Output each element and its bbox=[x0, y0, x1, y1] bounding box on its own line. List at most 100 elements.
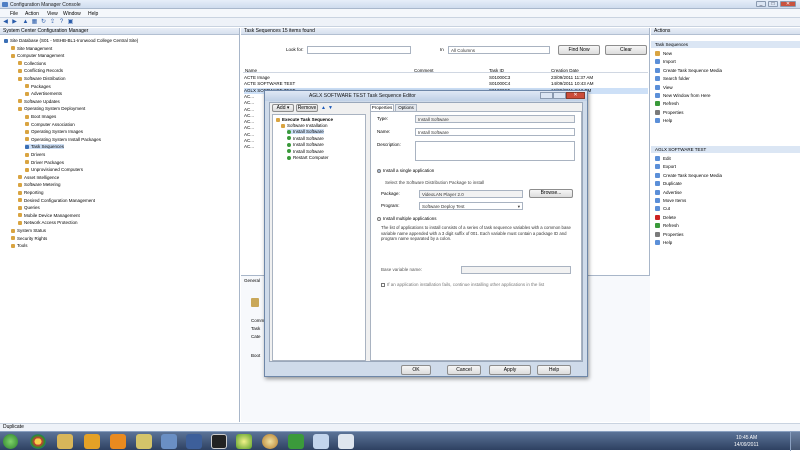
step-root[interactable]: Execute Task Sequence bbox=[276, 117, 333, 122]
move-down-icon[interactable]: ▼ bbox=[328, 105, 333, 111]
refresh-icon[interactable]: ↻ bbox=[40, 19, 47, 26]
step-item[interactable]: Install Software bbox=[287, 129, 324, 134]
close-button[interactable]: ✕ bbox=[780, 1, 796, 7]
action-item[interactable]: Move Items bbox=[655, 198, 686, 203]
column-task-id[interactable]: Task ID bbox=[489, 68, 504, 74]
clear-button[interactable]: Clear bbox=[605, 45, 647, 55]
ok-button[interactable]: OK bbox=[401, 365, 431, 375]
tree-item[interactable]: Network Access Protection bbox=[18, 220, 78, 225]
action-item[interactable]: New bbox=[655, 51, 672, 56]
notes-icon[interactable] bbox=[136, 434, 152, 449]
tools-icon[interactable] bbox=[161, 434, 177, 449]
tree-item[interactable]: Software Metering bbox=[18, 182, 61, 187]
maximize-button[interactable]: □ bbox=[768, 1, 778, 7]
apply-button[interactable]: Apply bbox=[489, 365, 531, 375]
tree-item[interactable]: System Status bbox=[11, 228, 46, 233]
help-icon[interactable]: ? bbox=[58, 19, 65, 26]
menu-file[interactable]: File bbox=[10, 11, 18, 17]
action-item[interactable]: Help bbox=[655, 118, 672, 124]
tree-item[interactable]: Driver Packages bbox=[25, 160, 64, 165]
name-input[interactable]: Install Software bbox=[415, 128, 575, 136]
window-icon[interactable] bbox=[338, 434, 354, 449]
clock-time[interactable]: 10:45 AM bbox=[736, 435, 757, 441]
show-tree-icon[interactable]: ▦ bbox=[31, 19, 38, 26]
video-icon[interactable] bbox=[211, 434, 227, 449]
vmware-icon[interactable] bbox=[236, 434, 252, 449]
calc-icon[interactable] bbox=[288, 434, 304, 449]
step-item[interactable]: Restart Computer bbox=[287, 155, 329, 160]
tree-item[interactable]: Security Rights bbox=[11, 236, 47, 241]
continue-on-fail-checkbox[interactable]: If an application installation fails, co… bbox=[381, 282, 544, 288]
minimize-button[interactable]: _ bbox=[756, 1, 766, 7]
tab-properties[interactable]: Properties bbox=[370, 104, 394, 111]
in-select[interactable]: All Columns bbox=[448, 46, 550, 54]
actions-section-task-sequences[interactable]: Task Sequences bbox=[651, 41, 800, 48]
clock-date[interactable]: 14/09/2011 bbox=[734, 442, 759, 448]
paint-icon[interactable] bbox=[313, 434, 329, 449]
action-item[interactable]: Help bbox=[655, 240, 672, 245]
add-menu-button[interactable]: Add ▾ bbox=[272, 104, 294, 112]
menu-window[interactable]: Window bbox=[63, 11, 81, 17]
details-tab-general[interactable]: General bbox=[244, 278, 260, 284]
tree-item[interactable]: Conflicting Records bbox=[18, 68, 63, 73]
export-icon[interactable]: ⇪ bbox=[49, 19, 56, 26]
action-item[interactable]: Edit bbox=[655, 156, 671, 161]
column-name[interactable]: Name bbox=[245, 68, 257, 74]
column-creation-date[interactable]: Creation Date bbox=[551, 68, 579, 74]
menu-view[interactable]: View bbox=[47, 11, 58, 17]
tree-item[interactable]: Queries bbox=[18, 205, 40, 210]
action-item[interactable]: Properties bbox=[655, 109, 684, 115]
tree-item[interactable]: Operating System Install Packages bbox=[25, 137, 101, 142]
action-item[interactable]: Create Task Sequence Media bbox=[655, 172, 722, 178]
dialog-minimize-button[interactable] bbox=[540, 92, 553, 99]
action-item[interactable]: Properties bbox=[655, 231, 684, 237]
action-item[interactable]: Create Task Sequence Media bbox=[655, 67, 722, 73]
action-item[interactable]: Import bbox=[655, 59, 676, 65]
install-multiple-radio[interactable]: Install multiple applications bbox=[377, 216, 437, 222]
tree-item[interactable]: Advertisements bbox=[25, 91, 62, 96]
tree-item[interactable]: Task Sequences bbox=[25, 144, 65, 150]
table-row[interactable]: ACTE Image S01000C3 23/09/2011 11:37 AM bbox=[244, 75, 648, 81]
tree-item[interactable]: Tools bbox=[11, 243, 28, 248]
action-item[interactable]: New Window from Here bbox=[655, 93, 711, 98]
tree-item[interactable]: Computer Association bbox=[25, 122, 75, 127]
tree-item[interactable]: Computer Management bbox=[11, 53, 64, 58]
start-orb-icon[interactable] bbox=[3, 434, 18, 449]
media-player-icon[interactable] bbox=[84, 434, 100, 449]
action-item[interactable]: Refresh bbox=[655, 101, 679, 107]
dialog-maximize-button[interactable] bbox=[553, 92, 566, 99]
tree-item[interactable]: Site Management bbox=[11, 46, 52, 51]
step-item[interactable]: Install Software bbox=[287, 149, 324, 154]
help-button[interactable]: Help bbox=[537, 365, 571, 375]
table-row[interactable]: ACTE SOFTWARE TEST S01000C4 14/09/2011 10:… bbox=[244, 81, 648, 87]
tree-item[interactable]: Mobile Device Management bbox=[18, 213, 80, 218]
program-select[interactable]: Software Deploy Test ▾ bbox=[419, 202, 523, 210]
find-now-button[interactable]: Find Now bbox=[558, 45, 600, 55]
action-item[interactable]: Search folder bbox=[655, 76, 690, 82]
tree-item[interactable]: Desired Configuration Management bbox=[18, 198, 95, 203]
outlook-icon[interactable] bbox=[110, 434, 126, 449]
base-variable-input[interactable] bbox=[461, 266, 571, 274]
action-item[interactable]: Advertise bbox=[655, 189, 682, 195]
tree-item[interactable]: Software Distribution bbox=[18, 76, 66, 81]
action-item[interactable]: Refresh bbox=[655, 223, 679, 229]
chrome-icon[interactable] bbox=[30, 434, 46, 449]
column-comment[interactable]: Comment bbox=[414, 68, 434, 74]
player-icon[interactable] bbox=[262, 434, 278, 449]
menu-action[interactable]: Action bbox=[25, 11, 39, 17]
menu-help[interactable]: Help bbox=[88, 11, 98, 17]
back-icon[interactable]: ◀ bbox=[2, 19, 9, 26]
cancel-button[interactable]: Cancel bbox=[447, 365, 481, 375]
tree-item[interactable]: Reporting bbox=[18, 190, 44, 195]
description-input[interactable] bbox=[415, 141, 575, 161]
tree-item[interactable]: Packages bbox=[25, 84, 51, 89]
look-for-input[interactable] bbox=[307, 46, 411, 54]
tree-item[interactable]: Site Database (S01 - MSHB-BL1-Ironwood C… bbox=[4, 38, 138, 43]
forward-icon[interactable]: ▶ bbox=[11, 19, 18, 26]
tree-item[interactable]: Boot Images bbox=[25, 114, 56, 119]
show-desktop-button[interactable] bbox=[790, 432, 800, 451]
tree-item[interactable]: Collections bbox=[18, 61, 46, 66]
action-item[interactable]: Delete bbox=[655, 214, 676, 220]
action-item[interactable]: Duplicate bbox=[655, 181, 682, 187]
step-item[interactable]: Install Software bbox=[287, 142, 324, 147]
